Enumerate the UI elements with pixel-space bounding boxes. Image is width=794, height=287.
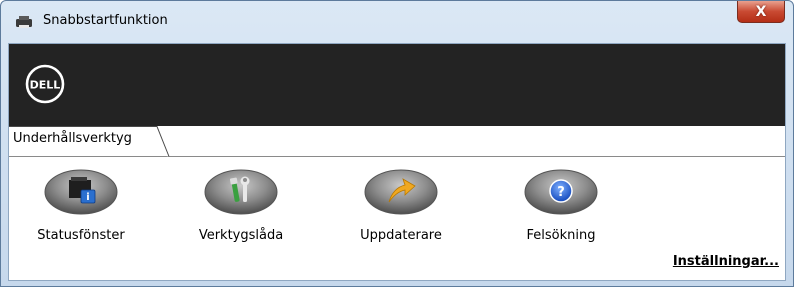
help-icon: ? xyxy=(524,169,598,215)
dell-logo-text: DELL xyxy=(30,79,61,92)
dell-banner: DELL xyxy=(9,44,785,126)
svg-text:i: i xyxy=(86,192,89,203)
updater-button[interactable]: Uppdaterare xyxy=(341,166,461,266)
close-icon: X xyxy=(755,3,767,20)
tools-panel: i Statusfönster Verktygslåda Uppdaterare… xyxy=(9,156,785,280)
troubleshooting-button[interactable]: ? Felsökning xyxy=(501,166,621,266)
tab-label: Underhållsverktyg xyxy=(13,131,132,146)
troubleshooting-label: Felsökning xyxy=(526,228,596,243)
svg-text:?: ? xyxy=(557,185,565,200)
toolbox-button[interactable]: Verktygslåda xyxy=(181,166,301,266)
window-title: Snabbstartfunktion xyxy=(43,13,168,28)
title-bar[interactable]: Snabbstartfunktion X xyxy=(1,1,793,43)
status-window-button[interactable]: i Statusfönster xyxy=(21,166,141,266)
printer-app-icon xyxy=(16,16,32,28)
update-arrow-icon xyxy=(364,169,438,215)
printer-status-icon: i xyxy=(44,169,118,215)
client-area: DELL Underhållsverktyg i Statusfönster V… xyxy=(8,43,786,281)
settings-link[interactable]: Inställningar... xyxy=(673,254,779,269)
close-button[interactable]: X xyxy=(737,1,785,23)
app-window: Snabbstartfunktion X DELL Underhållsverk… xyxy=(0,0,794,287)
dell-logo: DELL xyxy=(25,64,65,104)
toolbox-icon xyxy=(204,169,278,215)
tab-strip: Underhållsverktyg xyxy=(9,126,785,157)
toolbox-label: Verktygslåda xyxy=(198,228,284,243)
status-window-label: Statusfönster xyxy=(37,228,125,243)
updater-label: Uppdaterare xyxy=(360,228,442,243)
